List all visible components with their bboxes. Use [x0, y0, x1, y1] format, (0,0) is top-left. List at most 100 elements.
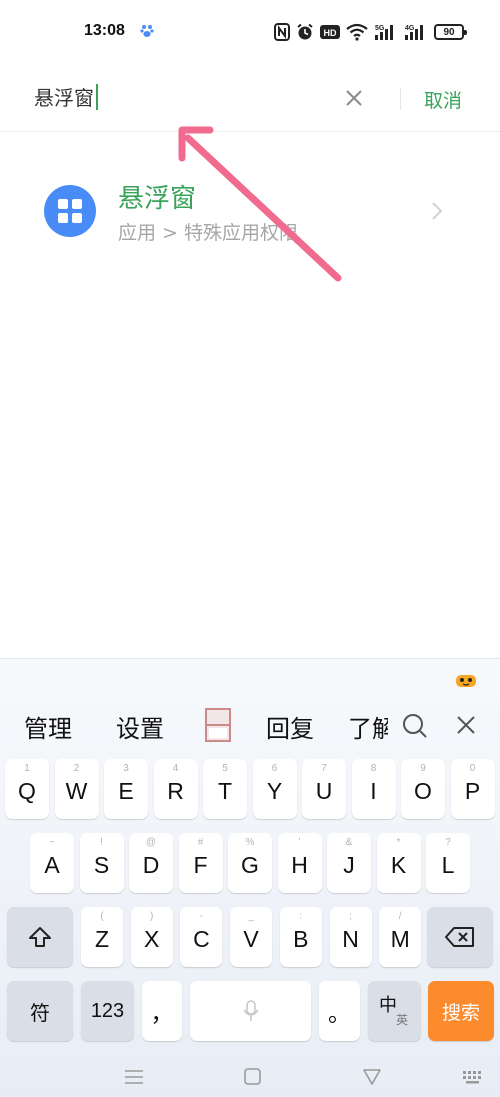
search-input[interactable]: 悬浮窗 — [34, 82, 98, 111]
key-p[interactable]: 0P — [450, 759, 495, 819]
key-hint: ( — [100, 911, 104, 922]
chevron-right-icon — [432, 202, 443, 220]
candidate-word[interactable]: 管理 — [24, 709, 72, 744]
key-w[interactable]: 2W — [54, 759, 99, 819]
key-label: Q — [18, 777, 36, 804]
key-i[interactable]: 8I — [351, 759, 396, 819]
language-sub-label: 英 — [396, 1013, 409, 1027]
key-label: M — [390, 925, 410, 952]
number-key[interactable]: 123 — [81, 981, 134, 1041]
key-k[interactable]: * K — [376, 833, 421, 893]
grid-apps-icon — [44, 185, 96, 237]
key-label: K — [390, 851, 407, 878]
key-u[interactable]: 7U — [302, 759, 346, 819]
space-key[interactable] — [190, 981, 311, 1041]
microphone-icon — [242, 1000, 259, 1021]
period-key[interactable]: 。 — [319, 981, 360, 1041]
key-hint: @ — [145, 837, 157, 848]
wifi-icon — [346, 23, 368, 41]
key-label: H — [291, 851, 308, 878]
key-f[interactable]: # F — [178, 833, 223, 893]
key-hint: ' — [298, 837, 301, 848]
key-t[interactable]: 5T — [203, 759, 247, 819]
key-s[interactable]: ! S — [79, 833, 124, 893]
key-c[interactable]: -C — [180, 907, 223, 967]
result-item[interactable]: 悬浮窗 应用 > 特殊应用权限 — [0, 172, 500, 252]
key-label: L — [441, 851, 455, 878]
search-icon[interactable] — [402, 713, 428, 739]
language-switch-key[interactable]: 中 英 — [368, 981, 421, 1041]
key-e[interactable]: 3E — [104, 759, 148, 819]
symbol-key[interactable]: 符 — [7, 981, 73, 1041]
text-caret — [96, 83, 98, 110]
key-hint: - — [199, 911, 204, 922]
key-h[interactable]: ' H — [277, 833, 322, 893]
result-title: 悬浮窗 — [118, 184, 197, 214]
key-label: O — [414, 777, 432, 804]
comma-key-label: ， — [150, 1001, 174, 1027]
key-v[interactable]: _ V — [230, 907, 273, 967]
key-label: B — [293, 925, 309, 952]
candidate-word[interactable]: 了解 — [348, 709, 388, 745]
key-hint: 9 — [420, 763, 426, 774]
home-icon[interactable] — [243, 1068, 263, 1086]
period-key-label: 。 — [328, 1001, 351, 1027]
search-key-label: 搜索 — [441, 1001, 480, 1024]
key-label: I — [370, 777, 377, 804]
search-key[interactable]: 搜索 — [428, 981, 494, 1041]
key-z[interactable]: (Z — [81, 907, 123, 967]
key-b[interactable]: :B — [279, 907, 322, 967]
key-hint: 8 — [370, 763, 377, 774]
signal-5g-icon: 5G — [375, 25, 393, 40]
keyboard: 管理 设置 回复 了解 1Q2W3E4R5T6Y7U8I9O0P ~ A! S @ D #… — [0, 658, 500, 1097]
key-hint: ~ — [49, 837, 55, 848]
key-y[interactable]: 6Y — [252, 759, 297, 819]
key-label: C — [193, 925, 210, 952]
key-hint: 6 — [271, 763, 278, 774]
key-hint: 1 — [24, 763, 30, 774]
key-hint: 7 — [321, 763, 327, 774]
key-l[interactable]: ? L — [426, 833, 470, 893]
key-hint: _ — [248, 911, 254, 922]
close-icon[interactable] — [456, 715, 476, 735]
key-m[interactable]: / M — [379, 907, 422, 967]
key-x[interactable]: ) X — [130, 907, 173, 967]
key-label: T — [217, 777, 233, 804]
key-hint: ) — [150, 911, 154, 922]
key-a[interactable]: ~ A — [30, 833, 74, 893]
svg-text:HD: HD — [324, 28, 337, 38]
backspace-icon — [445, 927, 474, 947]
key-hint: * — [396, 837, 401, 848]
paw-icon — [140, 25, 154, 37]
signal-4g-icon: 4G — [405, 25, 423, 40]
key-label: N — [342, 925, 359, 952]
backspace-key[interactable] — [427, 907, 493, 967]
key-q[interactable]: 1Q — [5, 759, 49, 819]
key-label: F — [193, 851, 208, 878]
mascot-icon[interactable] — [455, 673, 477, 689]
key-n[interactable]: ; N — [329, 907, 372, 967]
nfc-icon — [274, 23, 290, 41]
clear-icon[interactable] — [342, 86, 366, 110]
key-label: J — [343, 851, 355, 878]
shift-key[interactable] — [7, 907, 73, 967]
candidate-word[interactable]: 回复 — [266, 709, 314, 744]
svg-text:4G: 4G — [405, 25, 415, 32]
key-j[interactable]: & J — [327, 833, 371, 893]
candidate-word[interactable]: 设置 — [116, 709, 164, 744]
navigation-bar — [0, 1054, 500, 1097]
key-r[interactable]: 4R — [153, 759, 198, 819]
menu-icon[interactable] — [124, 1068, 144, 1086]
window-icon[interactable] — [204, 707, 232, 743]
language-main-label: 中 — [379, 995, 397, 1016]
key-hint: & — [345, 837, 353, 848]
cancel-button[interactable]: 取消 — [424, 86, 462, 113]
key-o[interactable]: 9O — [401, 759, 445, 819]
candidate-bar: 管理 设置 回复 了解 — [0, 699, 500, 755]
comma-key[interactable]: ， — [142, 981, 182, 1041]
key-label: Y — [266, 777, 283, 804]
back-icon[interactable] — [362, 1068, 382, 1086]
key-g[interactable]: % G — [228, 833, 272, 893]
key-d[interactable]: @ D — [129, 833, 173, 893]
keyboard-hide-icon[interactable] — [462, 1068, 484, 1086]
